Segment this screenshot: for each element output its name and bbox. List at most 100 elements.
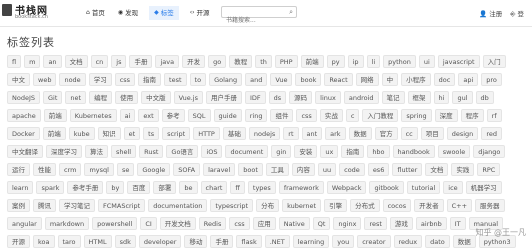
search-input[interactable] xyxy=(222,15,288,26)
nav-discover[interactable]: ◉ 发现 xyxy=(116,6,140,20)
tag-link[interactable]: li xyxy=(366,55,381,68)
tag-link[interactable]: typescript xyxy=(210,199,254,212)
tag-link[interactable]: m xyxy=(24,55,41,68)
tag-link[interactable]: tutorial xyxy=(406,181,441,194)
tag-link[interactable]: boot xyxy=(238,163,263,176)
tag-link[interactable]: 中 xyxy=(381,73,399,86)
tag-link[interactable]: Git xyxy=(43,91,63,104)
tag-link[interactable]: 基础 xyxy=(222,127,246,140)
tag-link[interactable]: IDF xyxy=(244,91,266,104)
tag-link[interactable]: 移动 xyxy=(184,235,208,248)
tag-link[interactable]: IT xyxy=(449,217,466,230)
tag-link[interactable]: 数据 xyxy=(452,235,476,248)
tag-link[interactable]: 分布 xyxy=(256,199,280,212)
tag-link[interactable]: 运行 xyxy=(7,163,30,176)
tag-link[interactable]: ark xyxy=(325,127,346,140)
tag-link[interactable]: et xyxy=(123,127,141,140)
tag-link[interactable]: rt xyxy=(283,127,299,140)
tag-link[interactable]: 工具 xyxy=(265,163,289,176)
tag-link[interactable]: gul xyxy=(452,91,473,104)
tag-link[interactable]: ext xyxy=(138,109,159,122)
tag-link[interactable]: Kubernetes xyxy=(69,109,117,122)
tag-link[interactable]: 入门 xyxy=(482,55,506,68)
tag-link[interactable]: dato xyxy=(425,235,450,248)
tag-link[interactable]: 前端 xyxy=(42,127,66,140)
tag-link[interactable]: android xyxy=(343,91,379,104)
tag-link[interactable]: 开发文档 xyxy=(159,217,196,230)
tag-link[interactable]: 学习 xyxy=(88,73,112,86)
tag-link[interactable]: 小程序 xyxy=(401,73,431,86)
tag-link[interactable]: apache xyxy=(7,109,41,122)
tag-link[interactable]: linux xyxy=(315,91,341,104)
tag-link[interactable]: 百度 xyxy=(127,181,151,194)
tag-link[interactable]: db xyxy=(475,91,494,104)
nav-home[interactable]: ⌂ 首页 xyxy=(84,6,107,20)
tag-link[interactable]: .NET xyxy=(264,235,290,248)
tag-link[interactable]: by xyxy=(106,181,125,194)
tag-link[interactable]: 算法 xyxy=(85,145,108,158)
tag-link[interactable]: ui xyxy=(418,55,435,68)
tag-link[interactable]: nodejs xyxy=(248,127,281,140)
tag-link[interactable]: angular xyxy=(7,217,42,230)
tag-link[interactable]: 参考手册 xyxy=(67,181,104,194)
tag-link[interactable]: React xyxy=(324,73,353,86)
tag-link[interactable]: 深度 xyxy=(434,109,458,122)
tag-link[interactable]: 应用 xyxy=(252,217,276,230)
tag-link[interactable]: and xyxy=(245,73,268,86)
tag-link[interactable]: crm xyxy=(59,163,82,176)
tag-link[interactable]: 笔记 xyxy=(381,91,405,104)
tag-link[interactable]: Webpack xyxy=(326,181,367,194)
tag-link[interactable]: flutter xyxy=(392,163,423,176)
login-link[interactable]: ⎆ 登 xyxy=(510,8,524,19)
tag-link[interactable]: 中文翻译 xyxy=(7,145,43,158)
search-icon[interactable]: ⌕ xyxy=(289,8,293,17)
tag-link[interactable]: 官方 xyxy=(374,127,398,140)
tag-link[interactable]: hi xyxy=(433,91,450,104)
tag-link[interactable]: net xyxy=(65,91,87,104)
tag-link[interactable]: be xyxy=(179,181,198,194)
tag-link[interactable]: hbo xyxy=(367,145,390,158)
tag-link[interactable]: 程序 xyxy=(460,109,484,122)
tag-link[interactable]: flask xyxy=(236,235,262,248)
tag-link[interactable]: documentation xyxy=(148,199,208,212)
tag-link[interactable]: uu xyxy=(317,163,337,176)
tag-link[interactable]: red xyxy=(481,127,502,140)
tag-link[interactable]: 手册 xyxy=(210,235,234,248)
tag-link[interactable]: 框架 xyxy=(407,91,431,104)
tag-link[interactable]: ff xyxy=(230,181,245,194)
tag-link[interactable]: PHP xyxy=(274,55,298,68)
tag-link[interactable]: 游戏 xyxy=(389,217,413,230)
tag-link[interactable]: 编程 xyxy=(89,91,113,104)
tag-link[interactable]: SOFA xyxy=(173,163,201,176)
site-logo[interactable]: 书栈网 bookstack.cn xyxy=(2,2,48,24)
tag-link[interactable]: 指南 xyxy=(138,73,162,86)
tag-link[interactable]: framework xyxy=(278,181,324,194)
tag-link[interactable]: Vue.js xyxy=(173,91,203,104)
tag-link[interactable]: iOS xyxy=(201,145,223,158)
tag-link[interactable]: 数据 xyxy=(348,127,372,140)
tag-link[interactable]: 组件 xyxy=(270,109,294,122)
tag-link[interactable]: ring xyxy=(244,109,268,122)
tag-link[interactable]: creator xyxy=(357,235,391,248)
tag-link[interactable]: 分布式 xyxy=(350,199,380,212)
tag-link[interactable]: 中文版 xyxy=(141,91,171,104)
tag-link[interactable]: pro xyxy=(481,73,502,86)
tag-link[interactable]: css xyxy=(296,109,317,122)
tag-link[interactable]: book xyxy=(295,73,322,86)
tag-link[interactable]: learn xyxy=(7,181,34,194)
tag-link[interactable]: java xyxy=(155,55,180,68)
tag-link[interactable]: python xyxy=(383,55,416,68)
tag-link[interactable]: sdk xyxy=(114,235,136,248)
tag-link[interactable]: an xyxy=(43,55,62,68)
tag-link[interactable]: FCMAScript xyxy=(98,199,146,212)
tag-link[interactable]: code xyxy=(339,163,365,176)
tag-link[interactable]: 学习笔记 xyxy=(59,199,95,212)
tag-link[interactable]: Vue xyxy=(270,73,293,86)
tag-link[interactable]: 前端 xyxy=(300,55,324,68)
tag-link[interactable]: Golang xyxy=(209,73,243,86)
tag-link[interactable]: 深度学习 xyxy=(46,145,82,158)
tag-link[interactable]: handbook xyxy=(392,145,435,158)
tag-link[interactable]: shell xyxy=(111,145,137,158)
tag-link[interactable]: django xyxy=(473,145,506,158)
tag-link[interactable]: 中文 xyxy=(7,73,30,86)
